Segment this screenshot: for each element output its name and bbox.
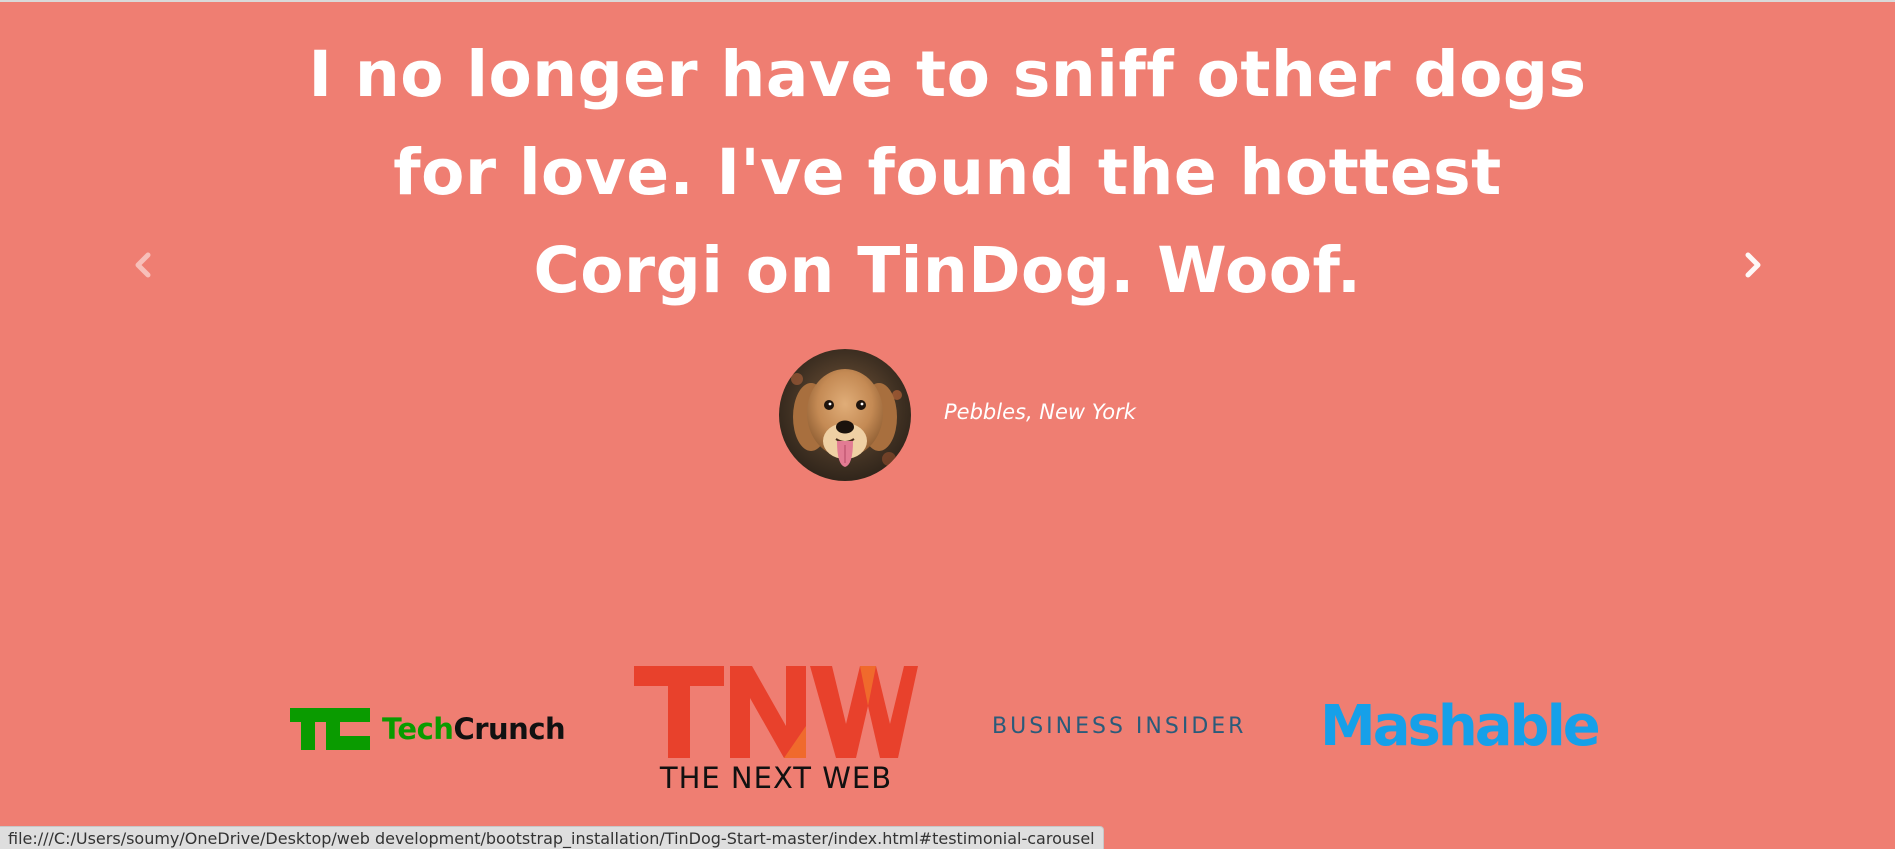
chevron-right-icon	[1745, 252, 1761, 278]
techcrunch-mark-icon	[290, 708, 370, 750]
dog-avatar	[779, 349, 911, 481]
press-section: TechCrunch THE NEXT WEB BUSINESS INSIDER…	[0, 650, 1895, 800]
testimonial-author: Pebbles, New York	[944, 400, 1136, 424]
tnw-subtitle: THE NEXT WEB	[659, 761, 893, 795]
carousel-prev-button[interactable]	[123, 245, 163, 285]
golden-retriever-photo	[779, 349, 911, 481]
testimonial-quote: I no longer have to sniff other dogs for…	[308, 38, 1587, 307]
browser-status-url: file:///C:/Users/soumy/OneDrive/Desktop/…	[0, 826, 1104, 849]
chevron-left-icon	[135, 252, 151, 278]
carousel-next-button[interactable]	[1733, 245, 1773, 285]
business-insider-logo: BUSINESS INSIDER	[992, 714, 1247, 739]
testimonial-carousel: I no longer have to sniff other dogs for…	[0, 0, 1895, 520]
tnw-mark-icon	[634, 666, 918, 758]
techcrunch-wordmark: TechCrunch	[382, 712, 566, 746]
the-next-web-logo: THE NEXT WEB	[634, 666, 918, 795]
techcrunch-logo: TechCrunch	[290, 708, 566, 750]
mashable-logo: Mashable	[1320, 694, 1601, 759]
